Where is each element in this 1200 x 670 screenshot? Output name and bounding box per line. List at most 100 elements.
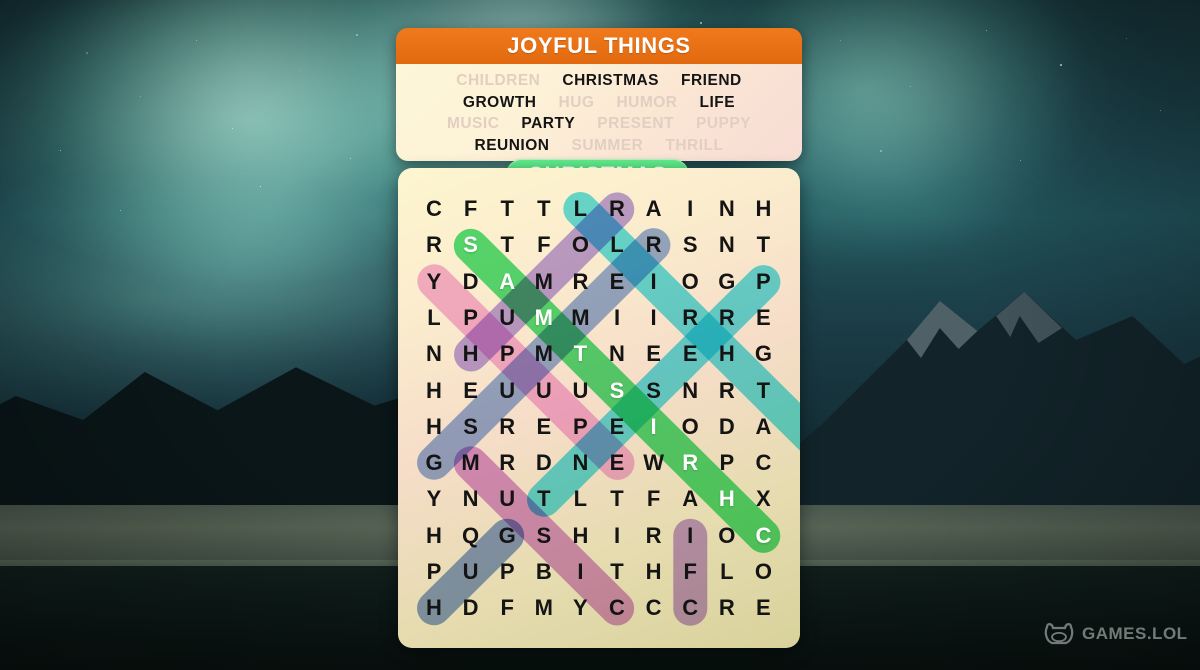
grid-cell[interactable]: W <box>636 445 672 481</box>
grid-cell[interactable]: T <box>599 554 635 590</box>
grid-cell[interactable]: O <box>745 554 781 590</box>
grid-cell[interactable]: M <box>526 300 562 336</box>
grid-cell[interactable]: U <box>489 300 525 336</box>
grid-cell[interactable]: S <box>672 227 708 263</box>
grid-cell[interactable]: T <box>489 191 525 227</box>
grid-cell[interactable]: R <box>599 191 635 227</box>
grid-cell[interactable]: P <box>562 409 598 445</box>
grid-cell[interactable]: E <box>745 300 781 336</box>
grid-cell[interactable]: I <box>636 300 672 336</box>
grid-cell[interactable]: I <box>672 518 708 554</box>
grid-cell[interactable]: E <box>599 264 635 300</box>
grid-cell[interactable]: H <box>709 336 745 372</box>
grid-cell[interactable]: P <box>745 264 781 300</box>
grid-cell[interactable]: N <box>599 336 635 372</box>
grid-cell[interactable]: G <box>416 445 452 481</box>
grid-cell[interactable]: I <box>672 191 708 227</box>
grid-cell[interactable]: G <box>489 518 525 554</box>
grid-cell[interactable]: Y <box>416 264 452 300</box>
grid-cell[interactable]: O <box>709 518 745 554</box>
grid-cell[interactable]: E <box>636 336 672 372</box>
grid-cell[interactable]: O <box>672 409 708 445</box>
grid-cell[interactable]: R <box>709 590 745 626</box>
grid-cell[interactable]: C <box>745 518 781 554</box>
grid-cell[interactable]: L <box>709 554 745 590</box>
grid-cell[interactable]: E <box>453 373 489 409</box>
grid-cell[interactable]: Y <box>416 481 452 517</box>
grid-cell[interactable]: H <box>562 518 598 554</box>
grid-cell[interactable]: A <box>745 409 781 445</box>
grid-cell[interactable]: G <box>745 336 781 372</box>
grid-cell[interactable]: R <box>416 227 452 263</box>
grid-cell[interactable]: L <box>599 227 635 263</box>
grid-cell[interactable]: E <box>745 590 781 626</box>
grid-cell[interactable]: M <box>526 590 562 626</box>
grid-cell[interactable]: T <box>526 481 562 517</box>
grid-cell[interactable]: R <box>636 518 672 554</box>
grid-cell[interactable]: P <box>709 445 745 481</box>
grid-cell[interactable]: P <box>489 554 525 590</box>
grid-cell[interactable]: D <box>453 264 489 300</box>
grid-cell[interactable]: H <box>416 373 452 409</box>
grid-cell[interactable]: U <box>453 554 489 590</box>
grid-cell[interactable]: M <box>562 300 598 336</box>
grid-cell[interactable]: E <box>672 336 708 372</box>
grid-cell[interactable]: P <box>416 554 452 590</box>
grid-cell[interactable]: E <box>599 409 635 445</box>
grid-cell[interactable]: U <box>526 373 562 409</box>
grid-cell[interactable]: T <box>745 227 781 263</box>
grid-cell[interactable]: D <box>526 445 562 481</box>
grid-cell[interactable]: R <box>489 409 525 445</box>
grid-cell[interactable]: M <box>526 264 562 300</box>
grid-cell[interactable]: L <box>416 300 452 336</box>
grid-cell[interactable]: N <box>416 336 452 372</box>
grid-cell[interactable]: O <box>562 227 598 263</box>
grid-cell[interactable]: N <box>672 373 708 409</box>
grid-cell[interactable]: H <box>453 336 489 372</box>
grid-cell[interactable]: S <box>453 227 489 263</box>
grid-cell[interactable]: C <box>599 590 635 626</box>
grid-cell[interactable]: I <box>599 518 635 554</box>
grid-cell[interactable]: I <box>636 409 672 445</box>
grid-cell[interactable]: T <box>745 373 781 409</box>
grid-cell[interactable]: N <box>709 227 745 263</box>
grid-cell[interactable]: A <box>636 191 672 227</box>
grid-cell[interactable]: X <box>745 481 781 517</box>
grid-cell[interactable]: Y <box>562 590 598 626</box>
grid-cell[interactable]: N <box>562 445 598 481</box>
grid-cell[interactable]: H <box>636 554 672 590</box>
grid-cell[interactable]: P <box>489 336 525 372</box>
grid-cell[interactable]: T <box>562 336 598 372</box>
grid-cell[interactable]: C <box>636 590 672 626</box>
grid-cell[interactable]: R <box>489 445 525 481</box>
grid-cell[interactable]: R <box>672 300 708 336</box>
grid-cell[interactable]: H <box>416 409 452 445</box>
grid-cell[interactable]: N <box>453 481 489 517</box>
grid-cell[interactable]: M <box>526 336 562 372</box>
grid-cell[interactable]: B <box>526 554 562 590</box>
grid-cell[interactable]: G <box>709 264 745 300</box>
grid-cell[interactable]: E <box>599 445 635 481</box>
grid-cell[interactable]: R <box>562 264 598 300</box>
grid-cell[interactable]: N <box>709 191 745 227</box>
grid-cell[interactable]: H <box>416 518 452 554</box>
grid-cell[interactable]: A <box>672 481 708 517</box>
grid-cell[interactable]: F <box>636 481 672 517</box>
grid-cell[interactable]: C <box>672 590 708 626</box>
grid-cell[interactable]: U <box>489 373 525 409</box>
grid-cell[interactable]: R <box>672 445 708 481</box>
grid-cell[interactable]: L <box>562 481 598 517</box>
grid-cell[interactable]: F <box>672 554 708 590</box>
grid-cell[interactable]: S <box>453 409 489 445</box>
grid-cell[interactable]: U <box>562 373 598 409</box>
grid-cell[interactable]: R <box>709 300 745 336</box>
grid-cell[interactable]: R <box>709 373 745 409</box>
grid-cell[interactable]: C <box>745 445 781 481</box>
grid-cell[interactable]: C <box>416 191 452 227</box>
word-search-grid-panel[interactable]: CFTTLRAINHRSTFOLRSNTYDAMREIOGPLPUMMIIRRE… <box>398 168 800 648</box>
grid-cell[interactable]: U <box>489 481 525 517</box>
grid-cell[interactable]: S <box>636 373 672 409</box>
grid-cell[interactable]: M <box>453 445 489 481</box>
grid-cell[interactable]: T <box>599 481 635 517</box>
grid-cell[interactable]: P <box>453 300 489 336</box>
